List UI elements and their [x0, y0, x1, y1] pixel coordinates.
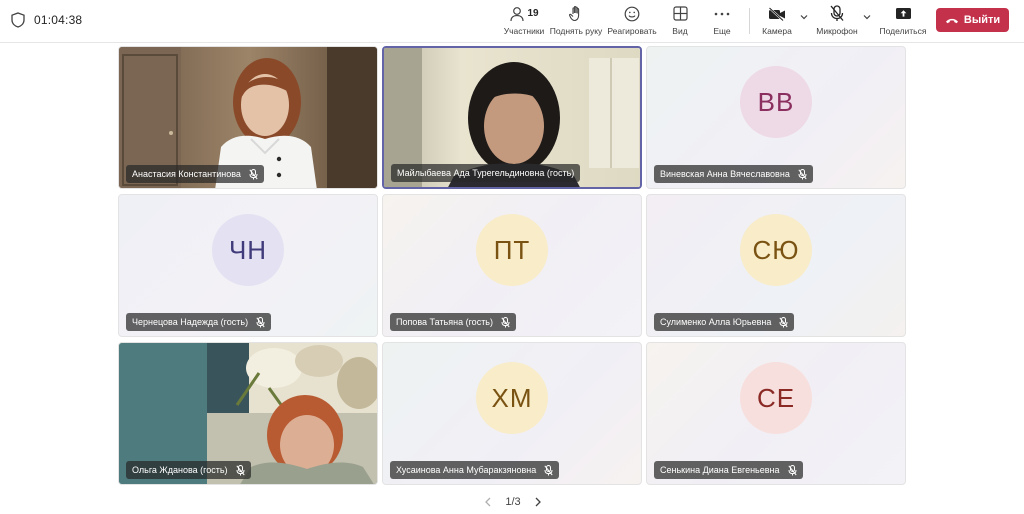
participants-count: 19: [527, 8, 539, 19]
participant-nameplate: Ольга Жданова (гость): [126, 461, 251, 479]
share-label: Поделиться: [879, 26, 927, 36]
raise-hand-button[interactable]: Поднять руку: [549, 4, 603, 38]
microphone-options-chevron-icon[interactable]: [862, 12, 872, 22]
chevron-left-icon: [485, 497, 491, 507]
participant-tile[interactable]: ХМ Хусаинова Анна Мубаракзяновна: [382, 342, 642, 485]
mic-muted-icon: [256, 316, 265, 328]
participant-name: Анастасия Константинова: [132, 169, 241, 179]
participant-name: Хусаинова Анна Мубаракзяновна: [396, 465, 537, 475]
raise-hand-label: Поднять руку: [549, 26, 603, 36]
toolbar-divider: [749, 8, 750, 34]
camera-off-icon: [768, 6, 785, 21]
participant-name: Ольга Жданова (гость): [132, 465, 228, 475]
participant-avatar: ВВ: [740, 66, 812, 138]
participant-avatar: СЕ: [740, 362, 812, 434]
mic-muted-icon: [235, 464, 245, 476]
microphone-label: Микрофон: [816, 26, 858, 36]
participant-name: Чернецова Надежда (гость): [132, 317, 249, 327]
participant-tile[interactable]: ЧН Чернецова Надежда (гость): [118, 194, 378, 337]
share-button[interactable]: Поделиться: [879, 4, 927, 38]
participant-avatar: ХМ: [476, 362, 548, 434]
view-button[interactable]: Вид: [667, 4, 693, 38]
participant-nameplate: Виневская Анна Вячеславовна: [654, 165, 813, 183]
chevron-right-icon: [535, 497, 541, 507]
mic-muted-icon: [544, 464, 553, 476]
participants-label: Участники: [503, 26, 545, 36]
next-page-button[interactable]: [531, 495, 545, 509]
participant-nameplate: Попова Татьяна (гость): [390, 313, 516, 331]
hang-up-icon: [945, 18, 958, 23]
camera-button[interactable]: Камера: [760, 4, 794, 38]
participant-nameplate: Чернецова Надежда (гость): [126, 313, 272, 331]
participant-avatar: СЮ: [740, 214, 812, 286]
view-label: Вид: [672, 26, 688, 36]
participant-tile[interactable]: ВВ Виневская Анна Вячеславовна: [646, 46, 906, 189]
hand-icon: [568, 6, 580, 22]
share-screen-icon: [895, 7, 911, 19]
leave-label: Выйти: [963, 14, 1001, 26]
participant-nameplate: Сенькина Диана Евгеньевна: [654, 461, 803, 479]
participant-tile[interactable]: Ольга Жданова (гость): [118, 342, 378, 485]
previous-page-button[interactable]: [481, 495, 495, 509]
people-icon: [510, 6, 525, 21]
mic-muted-icon: [501, 316, 510, 328]
shield-icon[interactable]: [11, 12, 25, 28]
grid-view-icon: [672, 6, 688, 21]
participant-name: Майлыбаева Ада Турегельдиновна (гость): [397, 168, 575, 178]
mic-muted-icon: [249, 168, 258, 180]
participant-tile[interactable]: СЮ Сулименко Алла Юрьевна: [646, 194, 906, 337]
microphone-button[interactable]: Микрофон: [815, 4, 859, 38]
participant-nameplate: Анастасия Константинова: [126, 165, 264, 183]
participant-name: Виневская Анна Вячеславовна: [660, 169, 790, 179]
participant-tile-active[interactable]: Майлыбаева Ада Турегельдиновна (гость): [382, 46, 642, 189]
participant-nameplate: Сулименко Алла Юрьевна: [654, 313, 795, 331]
participant-avatar: ЧН: [212, 214, 284, 286]
more-button[interactable]: Еще: [708, 4, 736, 38]
participants-button[interactable]: 19 Участники: [503, 4, 545, 38]
participant-name: Сенькина Диана Евгеньевна: [660, 465, 780, 475]
participant-tile[interactable]: ПТ Попова Татьяна (гость): [382, 194, 642, 337]
participant-nameplate: Хусаинова Анна Мубаракзяновна: [390, 461, 560, 479]
page-indicator: 1/3: [505, 496, 521, 508]
more-dots-icon: [714, 12, 730, 15]
mic-muted-icon: [798, 168, 807, 180]
mic-off-icon: [830, 5, 844, 21]
camera-options-chevron-icon[interactable]: [799, 12, 809, 22]
participant-avatar: ПТ: [476, 214, 548, 286]
react-button[interactable]: Реагировать: [607, 4, 657, 38]
meeting-toolbar: 01:04:38 19 Участники Поднять руку Реаги…: [0, 0, 1024, 43]
participant-tile[interactable]: СЕ Сенькина Диана Евгеньевна: [646, 342, 906, 485]
meeting-timer: 01:04:38: [34, 13, 83, 27]
react-label: Реагировать: [607, 26, 657, 36]
page-navigator: 1/3: [481, 491, 545, 513]
mic-muted-icon: [787, 464, 797, 476]
mic-muted-icon: [779, 316, 788, 328]
camera-label: Камера: [762, 26, 792, 36]
smiley-icon: [624, 6, 640, 21]
participant-tile[interactable]: Анастасия Константинова: [118, 46, 378, 189]
more-label: Еще: [713, 26, 731, 36]
participant-name: Попова Татьяна (гость): [396, 317, 493, 327]
leave-button[interactable]: Выйти: [936, 8, 1009, 32]
participant-name: Сулименко Алла Юрьевна: [660, 317, 772, 327]
participant-nameplate: Майлыбаева Ада Турегельдиновна (гость): [391, 164, 581, 182]
